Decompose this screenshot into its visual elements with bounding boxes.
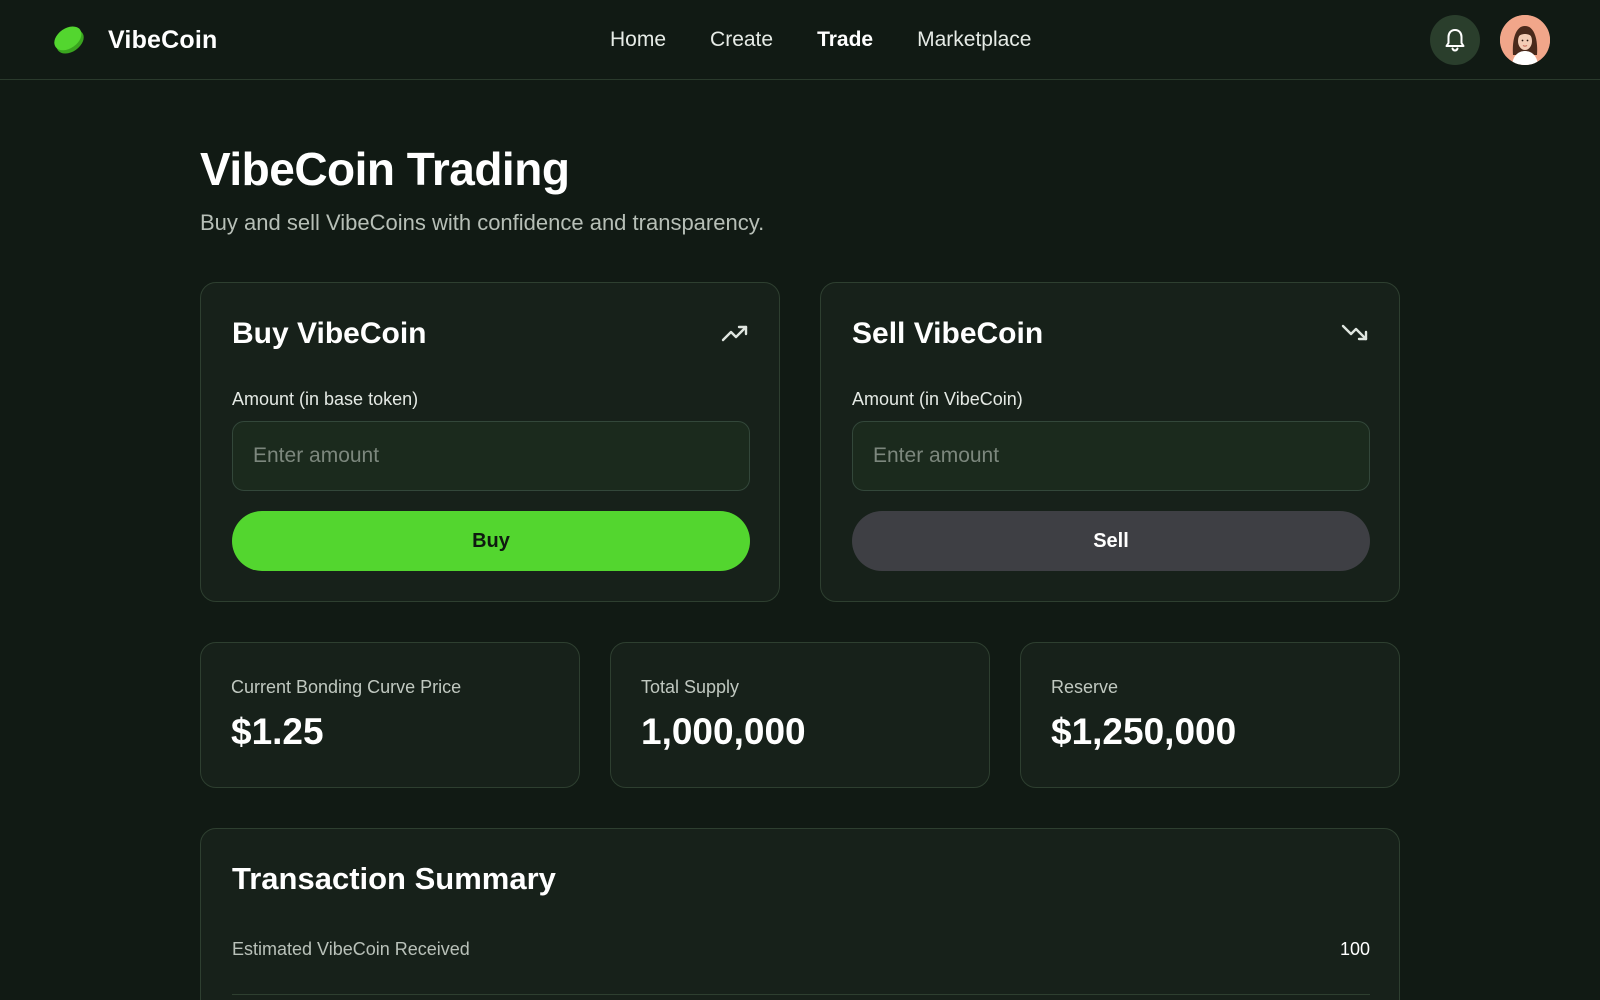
nav-item-trade[interactable]: Trade	[817, 28, 873, 52]
stat-label: Current Bonding Curve Price	[231, 677, 462, 697]
trending-up-icon	[721, 325, 748, 342]
top-navigation-bar: VibeCoin Home Create Trade Marketplace	[0, 0, 1600, 80]
stat-value: $1.25	[231, 711, 324, 752]
user-avatar[interactable]	[1500, 15, 1550, 65]
buy-button[interactable]: Buy	[232, 511, 750, 571]
nav-item-create[interactable]: Create	[710, 28, 773, 52]
sell-button[interactable]: Sell	[852, 511, 1370, 571]
sell-amount-input[interactable]	[852, 421, 1370, 491]
reserve-stat-card: Reserve $1,250,000	[1020, 642, 1400, 788]
summary-row-value: 100	[1339, 939, 1370, 959]
stat-value: 1,000,000	[641, 711, 806, 752]
sell-card: Sell VibeCoin Amount (in VibeCoin) Sell	[820, 282, 1400, 602]
summary-row-label: Estimated VibeCoin Received	[232, 939, 470, 959]
brand-name: VibeCoin	[108, 25, 218, 54]
supply-stat-card: Total Supply 1,000,000	[610, 642, 990, 788]
nav-item-marketplace[interactable]: Marketplace	[917, 28, 1031, 52]
bell-icon	[1445, 29, 1465, 52]
main-nav: Home Create Trade Marketplace	[610, 22, 1075, 58]
stat-value: $1,250,000	[1051, 711, 1237, 752]
notifications-button[interactable]	[1430, 15, 1480, 65]
buy-amount-input[interactable]	[232, 421, 750, 491]
avatar-image-icon	[1500, 15, 1550, 65]
stat-label: Reserve	[1051, 677, 1119, 697]
buy-amount-label: Amount (in base token)	[232, 389, 419, 409]
brand[interactable]: VibeCoin	[50, 20, 218, 60]
summary-title: Transaction Summary	[232, 861, 556, 896]
price-stat-card: Current Bonding Curve Price $1.25	[200, 642, 580, 788]
vibecoin-logo-icon	[54, 26, 84, 54]
nav-item-home[interactable]: Home	[610, 28, 666, 52]
buy-card: Buy VibeCoin Amount (in base token) Buy	[200, 282, 780, 602]
stat-label: Total Supply	[641, 677, 740, 697]
buy-card-title: Buy VibeCoin	[232, 317, 427, 350]
transaction-summary-card: Transaction Summary Estimated VibeCoin R…	[200, 828, 1400, 1000]
summary-row: Estimated VibeCoin Received 100	[232, 939, 1370, 995]
page-title: VibeCoin Trading	[200, 143, 570, 195]
trending-down-icon	[1341, 324, 1368, 341]
sell-amount-label: Amount (in VibeCoin)	[852, 389, 1023, 409]
sell-card-title: Sell VibeCoin	[852, 317, 1044, 350]
page-subtitle: Buy and sell VibeCoins with confidence a…	[200, 210, 765, 235]
